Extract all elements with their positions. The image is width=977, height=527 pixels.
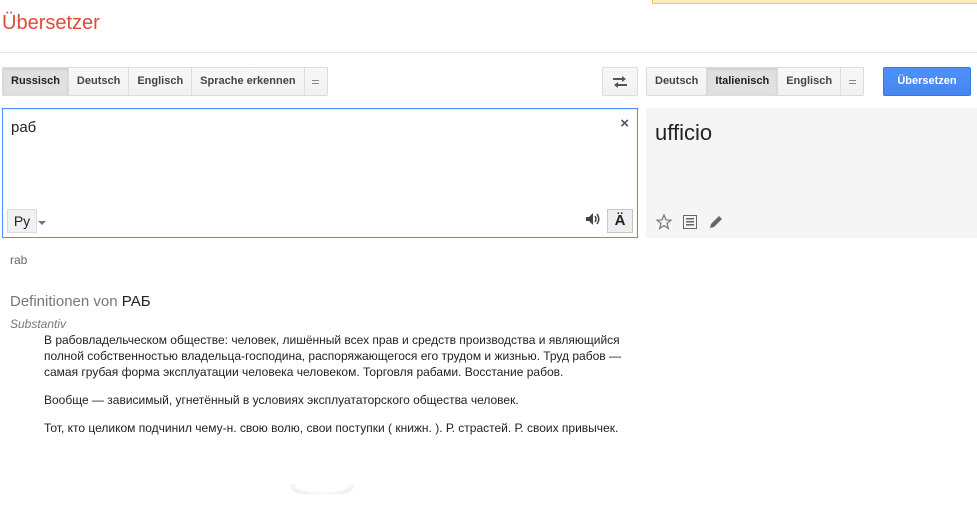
definition-item: В рабовладельческом обществе: человек, л… (44, 333, 621, 379)
translate-button[interactable]: Übersetzen (883, 67, 971, 96)
notification-bar (652, 0, 977, 4)
swap-languages-button[interactable] (602, 67, 638, 96)
target-lang-englisch[interactable]: Englisch (778, 68, 842, 95)
app-title: Übersetzer (2, 12, 100, 34)
definition-list: В рабовладельческом обществе: человек, л… (44, 332, 624, 448)
source-language-selector: Russisch Deutsch Englisch Sprache erkenn… (2, 67, 328, 96)
swap-arrows-icon (613, 75, 627, 88)
transliteration: rab (10, 253, 28, 267)
target-lang-italienisch[interactable]: Italienisch (707, 68, 779, 95)
star-icon[interactable] (656, 214, 672, 230)
source-text[interactable]: раб (11, 119, 36, 136)
clear-icon[interactable]: × (620, 115, 629, 133)
source-lang-detect[interactable]: Sprache erkennen (192, 68, 305, 95)
target-lang-dropdown[interactable] (841, 68, 864, 95)
translation-result-text[interactable]: ufficio (655, 120, 712, 146)
virtual-keyboard-button[interactable]: Ä (607, 209, 633, 233)
definitions-heading-prefix: Definitionen von (10, 293, 118, 310)
header-divider (0, 52, 977, 53)
input-method-dropdown-icon[interactable] (38, 221, 46, 225)
translation-result-panel: ufficio (646, 108, 977, 238)
result-toolbar (656, 214, 724, 230)
definitions-word: РАБ (121, 293, 151, 310)
speaker-icon[interactable] (585, 212, 601, 231)
list-icon[interactable] (682, 214, 698, 230)
loading-indicator (290, 484, 354, 494)
pencil-icon[interactable] (708, 214, 724, 230)
definition-item: Тот, кто целиком подчинил чему-н. свою в… (44, 421, 619, 435)
source-lang-deutsch[interactable]: Deutsch (68, 68, 130, 95)
target-language-selector: Deutsch Italienisch Englisch (646, 67, 865, 96)
definitions-heading: Definitionen von РАБ (10, 293, 151, 310)
source-lang-russisch[interactable]: Russisch (3, 68, 69, 95)
part-of-speech: Substantiv (10, 317, 67, 331)
chevron-down-icon (312, 79, 320, 84)
source-text-input[interactable]: раб × Ру Ä (2, 108, 638, 238)
definition-item: Вообще — зависимый, угнетённый в условия… (44, 393, 519, 407)
target-lang-deutsch[interactable]: Deutsch (647, 68, 708, 95)
source-lang-englisch[interactable]: Englisch (129, 68, 193, 95)
input-method-button[interactable]: Ру (7, 209, 37, 233)
source-lang-dropdown[interactable] (304, 68, 327, 95)
chevron-down-icon (848, 79, 856, 84)
